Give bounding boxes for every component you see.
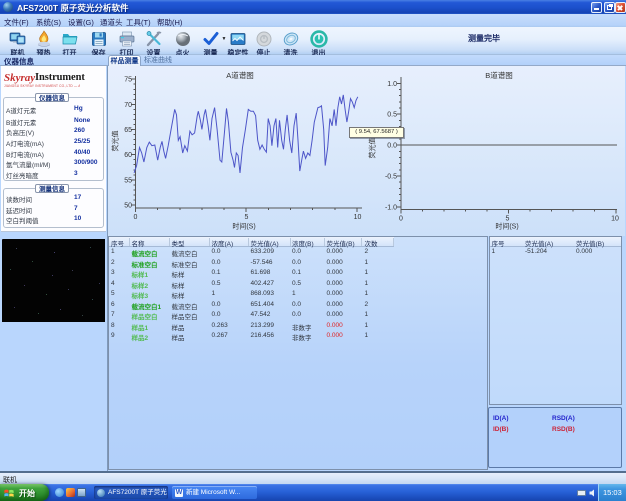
svg-text:50: 50 [124, 203, 132, 210]
svg-text:0.0: 0.0 [387, 143, 397, 150]
svg-text:荧光值: 荧光值 [368, 138, 377, 159]
svg-text:荧光值: 荧光值 [111, 131, 120, 152]
svg-text:70: 70 [124, 102, 132, 109]
svg-text:时间(S): 时间(S) [232, 222, 255, 231]
svg-text:5: 5 [245, 214, 249, 221]
svg-text:0.5: 0.5 [387, 112, 397, 119]
svg-text:1.0: 1.0 [387, 81, 397, 88]
svg-text:10: 10 [611, 216, 619, 223]
svg-text:75: 75 [124, 77, 132, 84]
svg-text:0: 0 [399, 216, 403, 223]
svg-text:-0.5: -0.5 [385, 174, 397, 181]
svg-text:55: 55 [124, 177, 132, 184]
svg-text:A道谱图: A道谱图 [226, 70, 254, 80]
svg-text:-1.0: -1.0 [385, 204, 397, 211]
svg-text:0: 0 [134, 214, 138, 221]
svg-text:10: 10 [354, 214, 362, 221]
svg-text:B道谱图: B道谱图 [485, 70, 513, 80]
svg-text:60: 60 [124, 152, 132, 159]
svg-text:时间(S): 时间(S) [495, 222, 518, 231]
svg-text:5: 5 [506, 216, 510, 223]
svg-text:65: 65 [124, 127, 132, 134]
